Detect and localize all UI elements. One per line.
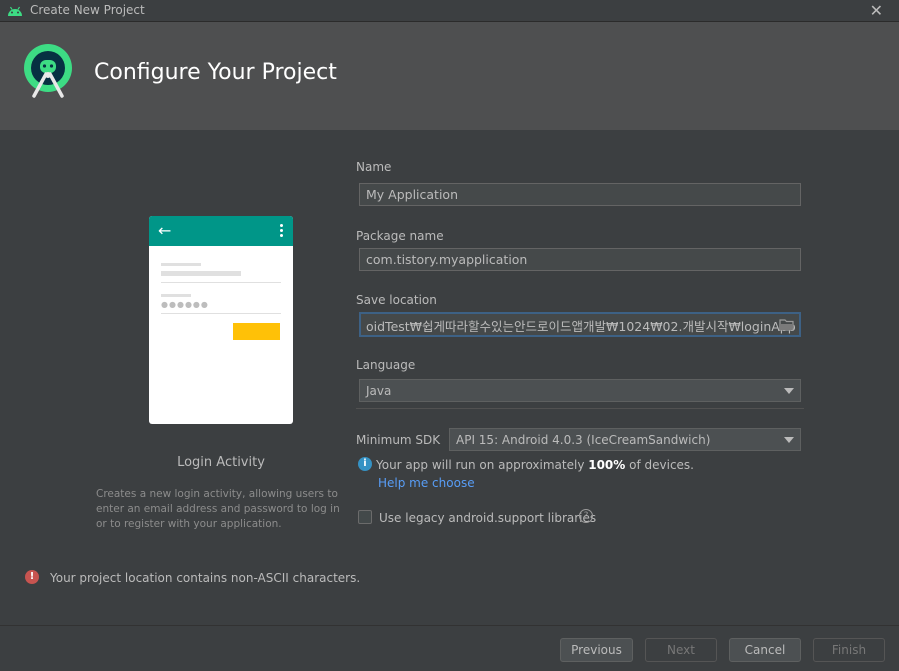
activity-preview: ← ●●●●●● bbox=[149, 216, 293, 424]
help-me-choose-link[interactable]: Help me choose bbox=[378, 476, 475, 490]
overflow-menu-icon bbox=[280, 224, 283, 239]
name-field[interactable]: My Application bbox=[359, 183, 801, 206]
folder-icon[interactable] bbox=[779, 318, 795, 331]
cancel-button[interactable]: Cancel bbox=[729, 638, 801, 662]
password-dots: ●●●●●● bbox=[161, 300, 209, 309]
email-text-placeholder bbox=[161, 271, 241, 276]
finish-button[interactable]: Finish bbox=[813, 638, 885, 662]
minimum-sdk-value: API 15: Android 4.0.3 (IceCreamSandwich) bbox=[456, 433, 711, 447]
legacy-support-label[interactable]: Use legacy android.support libraries bbox=[379, 511, 596, 525]
name-label: Name bbox=[356, 160, 392, 174]
preview-toolbar: ← bbox=[149, 216, 293, 246]
divider bbox=[356, 408, 804, 409]
legacy-support-checkbox[interactable] bbox=[358, 510, 372, 524]
password-underline bbox=[161, 313, 281, 314]
back-arrow-icon: ← bbox=[158, 221, 172, 240]
footer: Previous Next Cancel Finish bbox=[0, 625, 899, 671]
device-coverage-info: Your app will run on approximately 100% … bbox=[376, 458, 694, 472]
activity-description: Creates a new login activity, allowing u… bbox=[96, 488, 340, 530]
close-icon[interactable]: ✕ bbox=[870, 1, 883, 20]
error-icon: ! bbox=[25, 570, 39, 584]
language-value: Java bbox=[366, 384, 392, 398]
minimum-sdk-dropdown[interactable]: API 15: Android 4.0.3 (IceCreamSandwich) bbox=[449, 428, 801, 451]
previous-button[interactable]: Previous bbox=[560, 638, 633, 662]
wizard-header: Configure Your Project bbox=[0, 22, 899, 130]
android-studio-logo bbox=[24, 44, 72, 98]
save-location-label: Save location bbox=[356, 293, 437, 307]
minimum-sdk-label: Minimum SDK bbox=[356, 433, 441, 447]
email-underline bbox=[161, 282, 281, 283]
next-button[interactable]: Next bbox=[645, 638, 717, 662]
chevron-down-icon bbox=[784, 437, 794, 443]
page-title: Configure Your Project bbox=[94, 60, 337, 85]
activity-name: Login Activity bbox=[177, 455, 265, 470]
android-icon bbox=[8, 6, 22, 16]
email-label-placeholder bbox=[161, 263, 201, 266]
title-bar: Create New Project ✕ bbox=[0, 0, 899, 22]
save-location-value: oidTest₩쉽게따라할수있는안드로이드앱개발₩1024₩02.개발시작₩lo… bbox=[366, 319, 796, 334]
package-name-field[interactable]: com.tistory.myapplication bbox=[359, 248, 801, 271]
password-label-placeholder bbox=[161, 294, 191, 297]
preview-sign-in-button bbox=[233, 323, 280, 340]
save-location-field[interactable]: oidTest₩쉽게따라할수있는안드로이드앱개발₩1024₩02.개발시작₩lo… bbox=[359, 312, 801, 337]
language-label: Language bbox=[356, 358, 416, 372]
language-dropdown[interactable]: Java bbox=[359, 379, 801, 402]
package-name-label: Package name bbox=[356, 229, 444, 243]
info-icon: i bbox=[358, 457, 372, 471]
question-icon[interactable]: ? bbox=[579, 509, 593, 523]
error-message: Your project location contains non-ASCII… bbox=[50, 571, 361, 585]
window-title: Create New Project bbox=[30, 3, 145, 17]
chevron-down-icon bbox=[784, 388, 794, 394]
